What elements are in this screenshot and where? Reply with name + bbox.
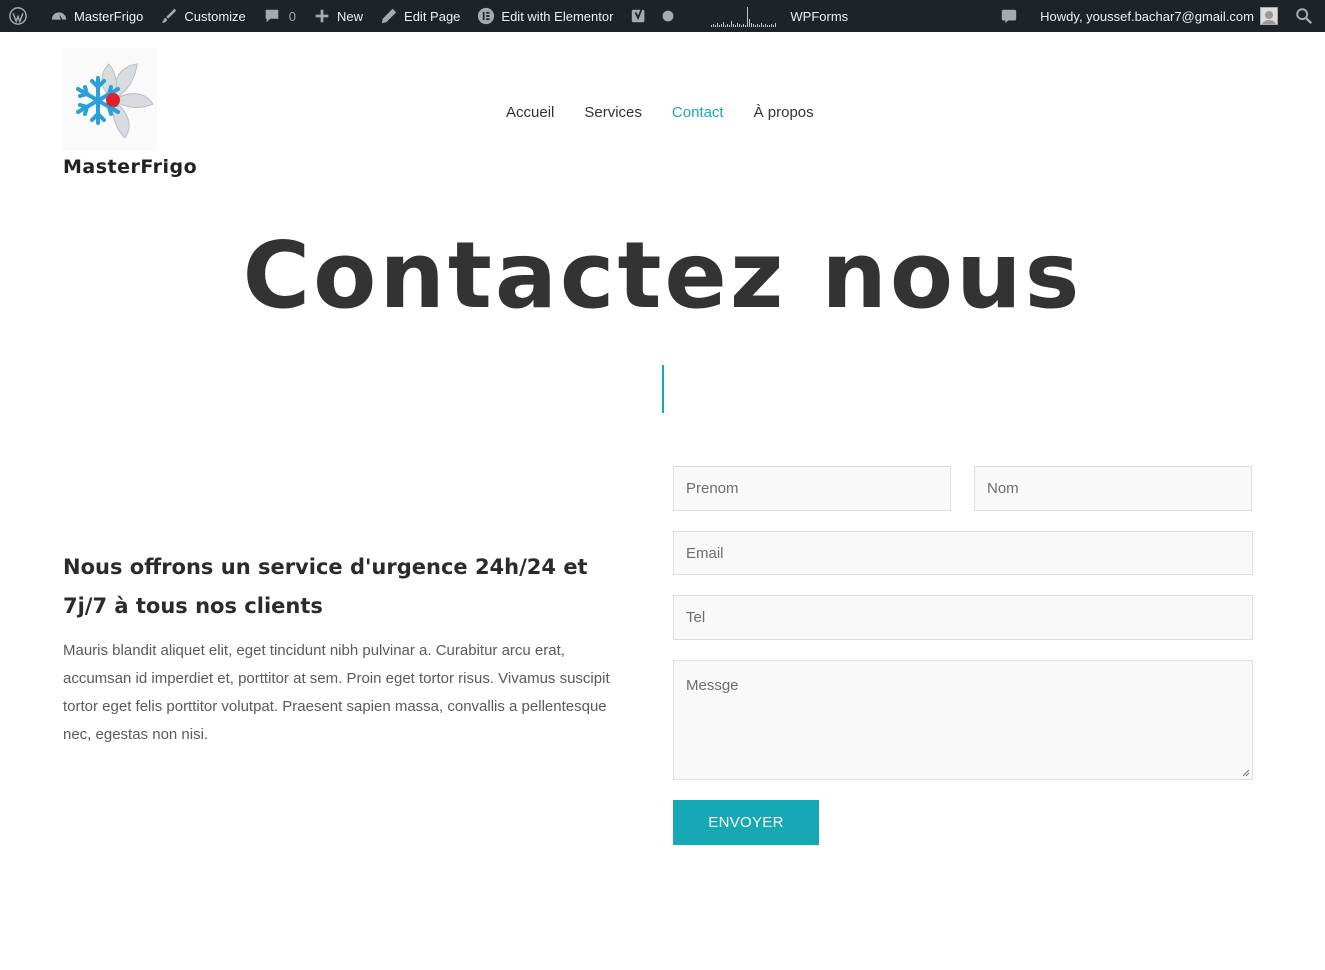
plus-icon — [312, 6, 332, 26]
notes-button[interactable] — [991, 0, 1032, 32]
prenom-field[interactable]: Prenom — [673, 466, 951, 511]
service-description: Mauris blandit aliquet elit, eget tincid… — [63, 642, 610, 743]
activity-sparkline — [711, 5, 777, 27]
comments-link[interactable]: 0 — [254, 0, 304, 32]
yoast-seo-button[interactable] — [621, 0, 691, 32]
edit-page-link[interactable]: Edit Page — [371, 0, 468, 32]
message-placeholder: Messge — [686, 677, 739, 694]
new-label: New — [337, 8, 364, 24]
elementor-icon — [476, 6, 496, 26]
dashboard-icon — [49, 6, 69, 26]
wpforms-label: WPForms — [790, 8, 849, 24]
service-heading: Nous offrons un service d'urgence 24h/24… — [63, 555, 588, 618]
resize-handle-icon[interactable] — [1242, 769, 1250, 777]
seo-status-dot-icon — [658, 6, 678, 26]
search-button[interactable] — [1286, 0, 1325, 32]
yoast-icon — [629, 6, 649, 26]
admin-bar: MasterFrigo Customize 0 New Edit Page Ed… — [0, 0, 1325, 32]
prenom-placeholder: Prenom — [686, 480, 739, 497]
edit-page-label: Edit Page — [404, 8, 461, 24]
customize-link[interactable]: Customize — [151, 0, 253, 32]
customize-label: Customize — [184, 8, 246, 24]
nav-item-accueil[interactable]: Accueil — [506, 104, 554, 121]
page-title: Contactez nous — [242, 222, 1083, 329]
email-field[interactable]: Email — [673, 531, 1253, 575]
wordpress-logo-button[interactable] — [0, 0, 41, 32]
comment-icon — [262, 6, 282, 26]
tel-field[interactable]: Tel — [673, 595, 1253, 640]
edit-elementor-link[interactable]: Edit with Elementor — [468, 0, 621, 32]
howdy-label: Howdy, youssef.bachar7@gmail.com — [1040, 8, 1254, 24]
wordpress-icon — [8, 6, 28, 26]
title-divider — [662, 365, 664, 413]
notification-icon — [999, 6, 1019, 26]
search-icon — [1294, 6, 1314, 26]
submit-button[interactable]: ENVOYER — [673, 800, 819, 845]
comments-count: 0 — [288, 8, 297, 24]
avatar — [1260, 7, 1278, 25]
pencil-icon — [379, 6, 399, 26]
edit-elementor-label: Edit with Elementor — [501, 8, 614, 24]
nav-item-a-propos[interactable]: À propos — [754, 104, 814, 121]
my-account-link[interactable]: Howdy, youssef.bachar7@gmail.com — [1032, 0, 1286, 32]
nav-item-services[interactable]: Services — [584, 104, 642, 121]
site-logo[interactable] — [63, 48, 157, 151]
site-name-link[interactable]: MasterFrigo — [41, 0, 151, 32]
main-navigation: Accueil Services Contact À propos — [506, 104, 814, 121]
site-title[interactable]: MasterFrigo — [63, 156, 197, 178]
email-placeholder: Email — [686, 544, 724, 562]
nav-item-contact[interactable]: Contact — [672, 104, 724, 121]
tel-placeholder: Tel — [686, 609, 706, 626]
nom-field[interactable]: Nom — [974, 466, 1252, 511]
new-content-link[interactable]: New — [304, 0, 371, 32]
site-name-label: MasterFrigo — [74, 8, 144, 24]
nom-placeholder: Nom — [987, 480, 1019, 497]
paintbrush-icon — [159, 6, 179, 26]
message-field[interactable]: Messge — [673, 660, 1253, 780]
wpforms-link[interactable]: WPForms — [782, 0, 856, 32]
